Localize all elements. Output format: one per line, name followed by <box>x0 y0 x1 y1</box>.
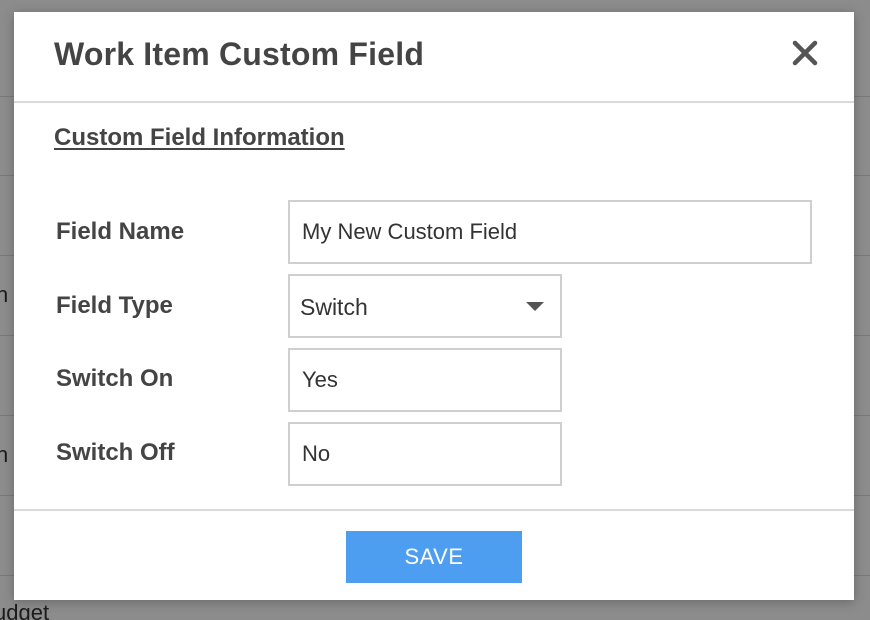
dialog-header: Work Item Custom Field <box>14 12 854 103</box>
close-button[interactable] <box>790 38 820 68</box>
dialog-title: Work Item Custom Field <box>54 36 425 72</box>
field-type-selected-value: Switch <box>300 294 368 320</box>
section-heading: Custom Field Information <box>54 124 345 151</box>
switch-off-label: Switch Off <box>56 439 175 466</box>
close-icon <box>792 40 818 66</box>
switch-off-input[interactable] <box>288 422 562 486</box>
dialog-footer: SAVE <box>14 509 854 602</box>
switch-on-input[interactable] <box>288 348 562 412</box>
field-name-input[interactable] <box>288 200 812 264</box>
field-type-select[interactable]: Switch <box>288 274 562 338</box>
custom-field-dialog: Work Item Custom Field Custom Field Info… <box>14 12 854 600</box>
save-button[interactable]: SAVE <box>346 531 522 583</box>
field-type-label: Field Type <box>56 292 173 319</box>
chevron-down-icon <box>526 302 544 311</box>
switch-on-label: Switch On <box>56 365 174 392</box>
field-name-label: Field Name <box>56 218 185 245</box>
